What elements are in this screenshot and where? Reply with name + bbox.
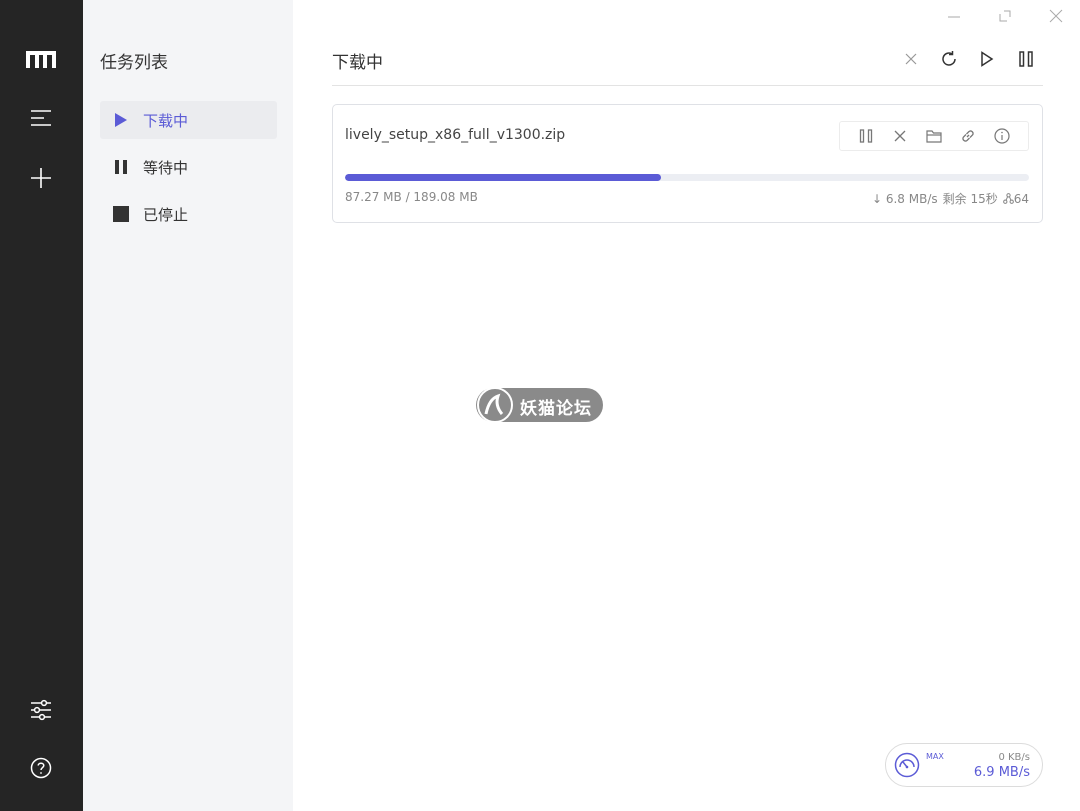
folder-icon[interactable] <box>925 127 943 145</box>
plus-icon[interactable] <box>21 158 61 198</box>
close-icon[interactable] <box>900 48 922 70</box>
task-progress-fill <box>345 174 661 181</box>
play-icon[interactable] <box>976 48 998 70</box>
watermark-logo: 妖猫论坛 <box>476 386 604 424</box>
task-stats: ↓ 6.8 MB/s 剩余 15秒 64 <box>872 190 1029 207</box>
task-list-item-label: 已停止 <box>143 205 189 224</box>
task-list-item-downloading[interactable]: 下载中 <box>100 101 277 139</box>
task-list-item-waiting[interactable]: 等待中 <box>100 148 277 186</box>
connections-count: 64 <box>1013 191 1029 206</box>
stop-icon <box>113 206 129 222</box>
pause-icon[interactable] <box>857 127 875 145</box>
task-list-panel: 任务列表 下载中 等待中 已停止 <box>83 0 293 811</box>
delete-icon[interactable] <box>891 127 909 145</box>
info-icon[interactable] <box>993 127 1011 145</box>
page-title: 下载中 <box>332 53 383 73</box>
task-progress-bar <box>345 174 1029 181</box>
time-remaining: 剩余 15秒 <box>942 192 998 206</box>
task-action-bar <box>839 121 1029 151</box>
download-speed: ↓ 6.8 MB/s <box>871 191 938 206</box>
download-speed-total: 6.9 MB/s <box>973 765 1030 780</box>
upload-speed: 0 KB/s <box>998 752 1030 763</box>
link-icon[interactable] <box>959 127 977 145</box>
task-list-item-stopped[interactable]: 已停止 <box>100 195 277 233</box>
help-circle-icon[interactable] <box>21 748 61 788</box>
motrix-logo-icon[interactable] <box>21 40 61 80</box>
refresh-icon[interactable] <box>938 48 960 70</box>
task-filename: lively_setup_x86_full_v1300.zip <box>345 127 566 143</box>
maximize-window-icon[interactable] <box>995 6 1015 26</box>
speedometer-icon <box>894 752 920 778</box>
pause-icon <box>113 159 129 175</box>
task-list-item-label: 下载中 <box>143 111 189 130</box>
minimize-window-icon[interactable] <box>944 6 964 26</box>
task-list-item-label: 等待中 <box>143 158 189 177</box>
watermark-text: 妖猫论坛 <box>520 399 592 419</box>
sliders-icon[interactable] <box>21 690 61 730</box>
task-list-title: 任务列表 <box>100 53 168 73</box>
connections-count-group: 64 <box>1002 191 1029 206</box>
task-card[interactable]: lively_setup_x86_full_v1300.zip 87.27 MB… <box>332 104 1043 223</box>
close-window-icon[interactable] <box>1046 6 1066 26</box>
task-size: 87.27 MB / 189.08 MB <box>345 190 478 204</box>
main-content: 下载中 lively_setup_x86_full_v1300.zip 87.2… <box>293 0 1080 811</box>
sidebar-rail <box>0 0 83 811</box>
connections-icon <box>1002 193 1014 204</box>
title-divider <box>332 85 1043 86</box>
speed-max-label: MAX <box>926 752 944 761</box>
play-icon <box>113 112 129 128</box>
menu-icon[interactable] <box>21 98 61 138</box>
pause-icon[interactable] <box>1015 48 1037 70</box>
speed-meter[interactable]: MAX 0 KB/s 6.9 MB/s <box>885 743 1043 787</box>
